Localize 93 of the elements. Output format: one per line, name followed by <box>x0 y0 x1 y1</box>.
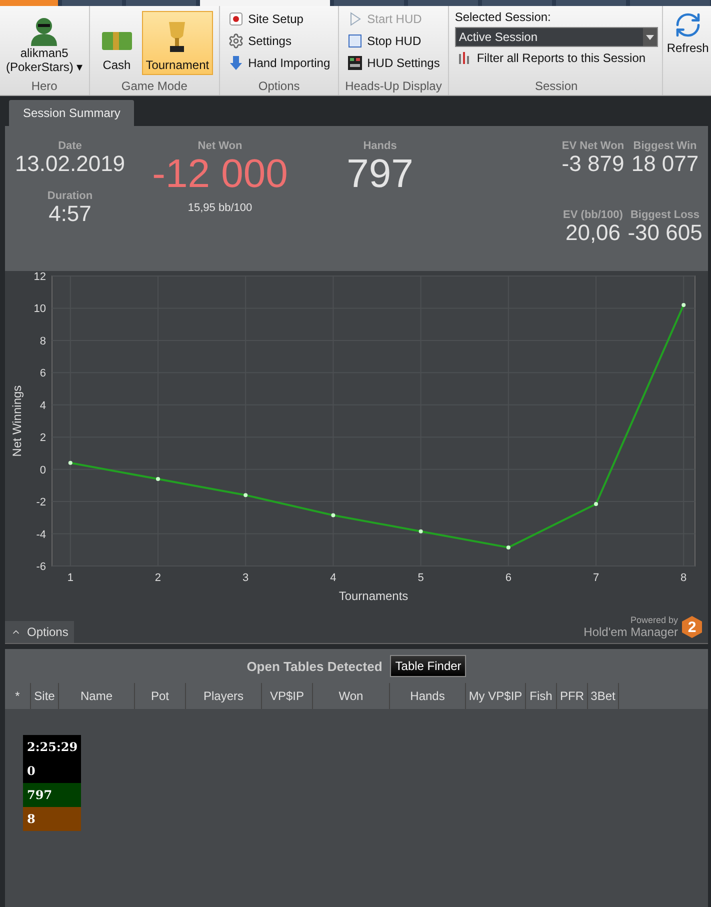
hexagon-logo: 2 <box>682 616 702 638</box>
session-summary-tab[interactable]: Session Summary <box>9 100 134 126</box>
column-header[interactable]: Site <box>31 683 59 709</box>
group-caption: Options <box>257 79 301 95</box>
stat-label: EV Net Won <box>562 140 624 152</box>
options-button[interactable]: Options <box>5 621 74 643</box>
column-header[interactable]: 3Bet <box>588 683 619 709</box>
ribbon-menu-button[interactable]: HUD Settings <box>345 52 442 74</box>
ribbon-menu-button[interactable]: Site Setup <box>226 8 332 30</box>
axis-tick-label: 6 <box>40 368 46 380</box>
group-caption: Hero <box>30 79 58 95</box>
app-menu-tab[interactable] <box>0 0 58 6</box>
stat-value: 4:57 <box>48 202 92 226</box>
stat-label: Duration <box>47 190 93 202</box>
stat-value: -30 605 <box>628 220 702 245</box>
axis-tick-label: 4 <box>40 400 46 412</box>
hud-stat: 8 <box>23 807 81 831</box>
data-point <box>331 513 336 518</box>
y-axis-title: Net Winnings <box>10 385 24 457</box>
stat-label: Hands <box>363 140 397 152</box>
stat-value: 15,95 bb/100 <box>188 202 252 214</box>
ribbon-menu-button[interactable]: Stop HUD <box>345 30 442 52</box>
refresh-icon <box>674 11 702 39</box>
hud-stat: 2:25:29 <box>23 735 81 759</box>
playing-card-icon <box>228 11 244 27</box>
data-point <box>506 545 510 550</box>
column-header[interactable]: My VP$IP <box>466 683 526 709</box>
axis-tick-label: -6 <box>36 561 46 573</box>
ribbon-menu-button[interactable]: Settings <box>226 30 332 52</box>
axis-tick-label: 2 <box>40 432 46 444</box>
data-point <box>594 502 598 506</box>
settings-icon <box>228 33 244 49</box>
hands-value: 797 <box>346 152 414 196</box>
stat-label: Net Won <box>198 140 242 152</box>
stat-value: 20,06 <box>565 220 621 245</box>
cash-button[interactable]: Cash <box>96 11 138 75</box>
data-point <box>418 529 423 534</box>
group-caption: Game Mode <box>120 79 188 95</box>
axis-tick-label: 8 <box>40 335 46 348</box>
data-point <box>156 477 160 481</box>
session-dropdown[interactable]: Active Session <box>454 27 658 47</box>
axis-tick-label: 7 <box>592 572 600 584</box>
data-point <box>682 303 686 307</box>
axis-tick-label: 8 <box>680 572 687 584</box>
column-header[interactable]: Hands <box>390 683 466 709</box>
column-header[interactable]: Players <box>186 683 262 709</box>
column-header[interactable]: * <box>5 683 31 709</box>
tournament-button[interactable]: Tournament <box>142 11 214 75</box>
net-won-value: -12 000 <box>152 152 288 196</box>
brand-name: Hold'em Manager <box>584 625 678 639</box>
stat-label: EV (bb/100) <box>563 208 623 220</box>
section-title: Open Tables Detected <box>246 658 382 674</box>
stat-label: Biggest Win <box>633 140 697 152</box>
axis-tick-label: 4 <box>330 572 336 584</box>
axis-tick-label: 3 <box>242 572 249 584</box>
column-header[interactable]: VP$IP <box>262 683 313 709</box>
avatar-icon <box>29 16 60 46</box>
column-header[interactable]: PFR <box>557 683 588 709</box>
session-label: Selected Session: <box>454 9 552 24</box>
data-point <box>244 493 248 498</box>
stat-value: 13.02.2019 <box>14 152 126 176</box>
group-caption: Session <box>534 79 579 95</box>
axis-tick-label: 6 <box>505 572 512 584</box>
axis-tick-label: 12 <box>34 271 46 283</box>
data-point <box>68 460 72 465</box>
filter-reports-button[interactable]: Filter all Reports to this Session <box>454 47 658 69</box>
column-header[interactable]: Name <box>59 683 135 709</box>
stat-label: Date <box>58 140 82 152</box>
axis-tick-label: 1 <box>67 572 74 584</box>
axis-tick-label: 5 <box>418 572 424 584</box>
group-caption: Heads-Up Display <box>345 79 442 95</box>
column-header[interactable]: Pot <box>135 683 186 709</box>
powered-by-text: Powered by <box>630 615 678 625</box>
stat-value: 18 077 <box>631 152 699 176</box>
refresh-button[interactable]: Refresh <box>662 9 709 69</box>
hud-stat: 797 <box>23 783 81 807</box>
ribbon-menu-button[interactable]: Hand Importing <box>226 52 332 74</box>
axis-tick-label: 0 <box>40 464 46 476</box>
column-header[interactable]: Fish <box>526 683 557 709</box>
hud-grid-icon <box>347 55 364 71</box>
axis-tick-label: 2 <box>154 572 162 584</box>
axis-tick-label: -2 <box>36 496 46 509</box>
x-axis-title: Tournaments <box>338 589 408 603</box>
axis-tick-label: -4 <box>36 528 46 541</box>
stat-value: -3 879 <box>562 152 624 176</box>
column-header[interactable]: Won <box>313 683 390 709</box>
stop-icon <box>347 33 364 49</box>
hud-stat: 0 <box>23 759 81 783</box>
table-finder-button[interactable]: Table Finder <box>390 655 466 677</box>
down-arrow-icon <box>228 55 244 71</box>
stat-label: Biggest Loss <box>630 208 700 220</box>
axis-tick-label: 10 <box>34 303 46 316</box>
hero-selector[interactable]: alikman5 (PokerStars) ▾ <box>6 46 83 74</box>
